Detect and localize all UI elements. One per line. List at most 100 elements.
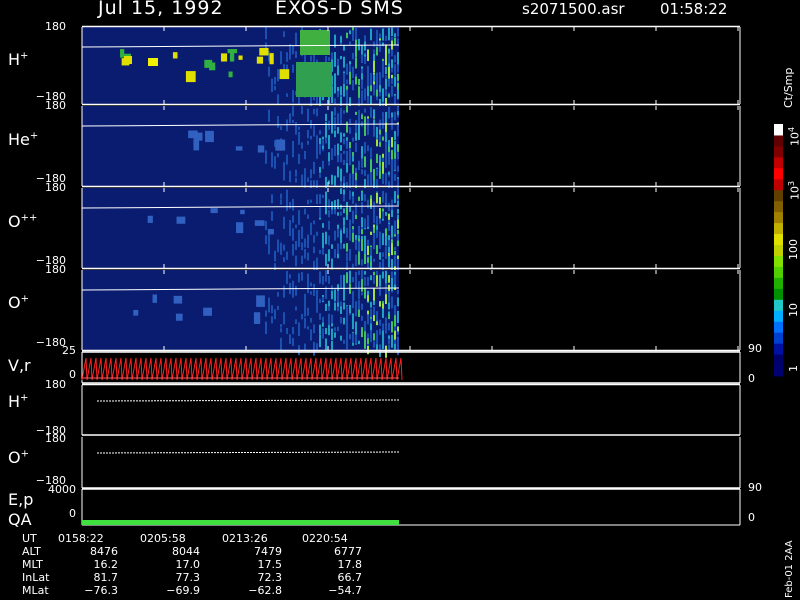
colorbar-swatch <box>774 310 783 322</box>
rtick-ep-bottom: 0 <box>748 511 755 524</box>
spectrogram-cell <box>319 313 321 320</box>
spectrogram-cell <box>388 314 390 320</box>
spectrogram-cell <box>343 208 345 214</box>
eph-value: 66.7 <box>337 571 363 584</box>
spectrogram-cell <box>337 253 339 259</box>
spectrogram-cell <box>358 252 360 265</box>
spectrogram-cell <box>304 317 306 329</box>
spectrogram-cell <box>361 191 363 201</box>
colorbar-swatch <box>774 288 783 300</box>
spectrogram-blob <box>152 294 157 303</box>
spectrogram-cell <box>388 235 390 241</box>
spectrogram-cell <box>355 214 357 220</box>
spectrogram-cell <box>346 32 348 39</box>
spectrogram-cell <box>367 295 369 302</box>
spectrogram-cell <box>340 335 342 341</box>
spectrogram-cell <box>373 84 375 96</box>
spectrogram-cell <box>292 95 294 103</box>
spectrogram-cell <box>397 89 399 100</box>
spectrogram-cell <box>385 317 387 325</box>
tick-op-top: 180 <box>45 263 66 276</box>
spectrogram-cell <box>298 216 300 225</box>
eph-label-ut: UT <box>22 532 37 545</box>
spectrogram-cell <box>391 67 393 73</box>
spectrogram-cell <box>367 66 369 77</box>
spectrogram-cell <box>292 327 294 335</box>
spectrogram-cell <box>271 316 273 324</box>
spectrogram-cell <box>358 241 360 252</box>
spectrogram-cell <box>325 328 327 335</box>
spectrogram-cell <box>391 321 393 333</box>
spectrogram-cell <box>373 227 375 233</box>
spectrogram-cell <box>364 218 366 227</box>
eph-value: 0220:54 <box>302 532 348 545</box>
spectrogram-cell <box>337 326 339 332</box>
spectrogram-cell <box>313 343 315 356</box>
spectrogram-cell <box>307 108 309 119</box>
spectrogram-cell <box>373 288 375 301</box>
spectrogram-cell <box>352 30 354 41</box>
spectrogram-cell <box>346 85 348 90</box>
eph-value: −69.9 <box>166 584 200 597</box>
spectrogram-cell <box>268 109 270 122</box>
colorbar-swatch <box>774 365 783 377</box>
spectrogram-cell <box>394 141 396 154</box>
spectrogram-cell <box>373 60 375 73</box>
spectrogram-cell <box>292 285 294 298</box>
spectrogram-cell <box>298 153 300 164</box>
spectrogram-cell <box>331 258 333 264</box>
rtick-vr-top: 90 <box>748 342 762 355</box>
spectrogram-cell <box>319 298 321 304</box>
spectrogram-cell <box>283 318 285 325</box>
spectrogram-cell <box>352 52 354 60</box>
eph-label-inlat: InLat <box>22 571 50 584</box>
spectrogram-cell <box>388 93 390 98</box>
spectrogram-cell <box>394 131 396 141</box>
spectrogram-cell <box>391 36 393 42</box>
spectrogram-cell <box>331 201 333 210</box>
spectrogram-cell <box>349 190 351 200</box>
spectrogram-cell <box>343 83 345 94</box>
spectrogram-cell <box>295 177 297 183</box>
colorbar-swatch <box>774 200 783 213</box>
spectrogram-cell <box>394 55 396 63</box>
spectrogram-cell <box>295 224 297 229</box>
spectrogram-cell <box>352 342 354 346</box>
eph-value: 17.8 <box>337 558 363 571</box>
eph-value: 8044 <box>172 545 200 558</box>
spectrogram-cell <box>346 207 348 216</box>
spectrogram-cell <box>301 143 303 147</box>
spectrogram-cell <box>349 41 351 45</box>
spectrogram-cell <box>382 88 384 95</box>
spectrogram-figure <box>81 25 783 526</box>
tick-ep-top: 4000 <box>48 483 76 496</box>
spectrogram-cell <box>337 58 339 66</box>
eph-label-alt: ALT <box>22 545 41 558</box>
spectrogram-cell <box>346 328 348 339</box>
spectrogram-cell <box>397 297 399 305</box>
spectrogram-cell <box>343 150 345 154</box>
spectrogram-cell <box>379 129 381 135</box>
spectrogram-blob <box>204 59 213 68</box>
spectrogram-cell <box>397 326 399 332</box>
colorbar-swatch <box>774 244 783 256</box>
spectrogram-cell <box>385 66 387 74</box>
spectrogram-cell <box>337 127 339 134</box>
spectrogram-cell <box>355 203 357 215</box>
spectrogram-cell <box>328 220 330 230</box>
spectrogram-cell <box>280 324 282 328</box>
spectrogram-cell <box>391 177 393 190</box>
spectrogram-cell <box>349 272 351 279</box>
spectrogram-blob <box>254 220 265 226</box>
spectrogram-cell <box>379 75 381 80</box>
spectrogram-cell <box>382 190 384 197</box>
colorbar-swatch <box>774 134 783 147</box>
spectrogram-cell <box>274 76 276 85</box>
spectrogram-cell <box>280 58 282 65</box>
spectrogram-cell <box>319 143 321 155</box>
spectrogram-cell <box>322 96 324 101</box>
colorbar-swatch <box>774 255 783 267</box>
spectrogram-cell <box>334 332 336 338</box>
spectrogram-cell <box>310 317 312 323</box>
spectrogram-cell <box>325 122 327 133</box>
